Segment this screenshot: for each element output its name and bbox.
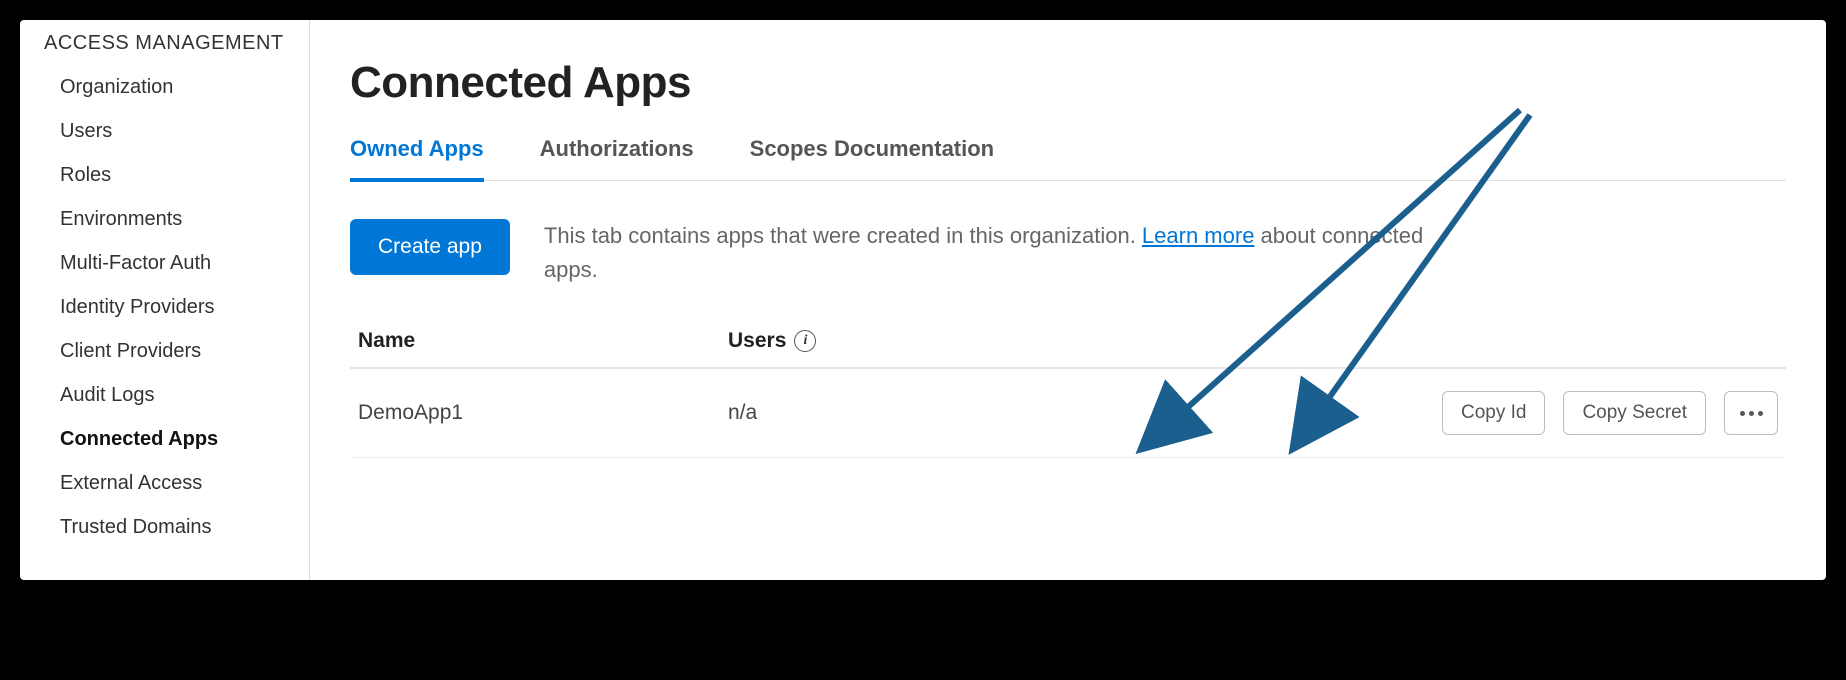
table-row: DemoApp1 n/a Copy Id Copy Secret <box>350 369 1786 458</box>
create-row: Create app This tab contains apps that w… <box>350 219 1786 287</box>
sidebar-item-roles[interactable]: Roles <box>20 153 309 197</box>
main-content: Connected Apps Owned Apps Authorizations… <box>310 20 1826 580</box>
sidebar-item-audit-logs[interactable]: Audit Logs <box>20 373 309 417</box>
copy-secret-button[interactable]: Copy Secret <box>1563 391 1706 435</box>
app-frame: ACCESS MANAGEMENT Organization Users Rol… <box>20 20 1826 580</box>
sidebar-item-identity-providers[interactable]: Identity Providers <box>20 285 309 329</box>
copy-id-button[interactable]: Copy Id <box>1442 391 1545 435</box>
create-app-button[interactable]: Create app <box>350 219 510 275</box>
ellipsis-icon <box>1740 411 1745 416</box>
col-header-users: Users i <box>728 329 1778 353</box>
sidebar-item-multi-factor-auth[interactable]: Multi-Factor Auth <box>20 241 309 285</box>
more-actions-button[interactable] <box>1724 391 1778 435</box>
desc-before: This tab contains apps that were created… <box>544 223 1142 248</box>
sidebar-item-connected-apps[interactable]: Connected Apps <box>20 417 309 461</box>
sidebar: ACCESS MANAGEMENT Organization Users Rol… <box>20 20 310 580</box>
row-actions: Copy Id Copy Secret <box>1442 391 1778 435</box>
tabs: Owned Apps Authorizations Scopes Documen… <box>350 136 1786 181</box>
sidebar-item-client-providers[interactable]: Client Providers <box>20 329 309 373</box>
tab-scopes-documentation[interactable]: Scopes Documentation <box>750 136 994 182</box>
table-header-row: Name Users i <box>350 315 1786 369</box>
cell-app-name[interactable]: DemoApp1 <box>358 401 728 425</box>
tab-authorizations[interactable]: Authorizations <box>540 136 694 182</box>
sidebar-item-trusted-domains[interactable]: Trusted Domains <box>20 505 309 549</box>
learn-more-link[interactable]: Learn more <box>1142 223 1255 248</box>
tab-body: Create app This tab contains apps that w… <box>350 181 1786 458</box>
owned-apps-description: This tab contains apps that were created… <box>544 219 1444 287</box>
col-header-users-label: Users <box>728 329 786 353</box>
sidebar-heading: ACCESS MANAGEMENT <box>20 28 309 65</box>
sidebar-item-external-access[interactable]: External Access <box>20 461 309 505</box>
col-header-name: Name <box>358 329 728 353</box>
cell-users: n/a <box>728 401 1442 425</box>
sidebar-item-users[interactable]: Users <box>20 109 309 153</box>
page-title: Connected Apps <box>350 58 1786 108</box>
tab-owned-apps[interactable]: Owned Apps <box>350 136 484 182</box>
info-icon[interactable]: i <box>794 330 816 352</box>
sidebar-item-organization[interactable]: Organization <box>20 65 309 109</box>
apps-table: Name Users i DemoApp1 n/a Copy Id Copy S… <box>350 315 1786 458</box>
sidebar-item-environments[interactable]: Environments <box>20 197 309 241</box>
